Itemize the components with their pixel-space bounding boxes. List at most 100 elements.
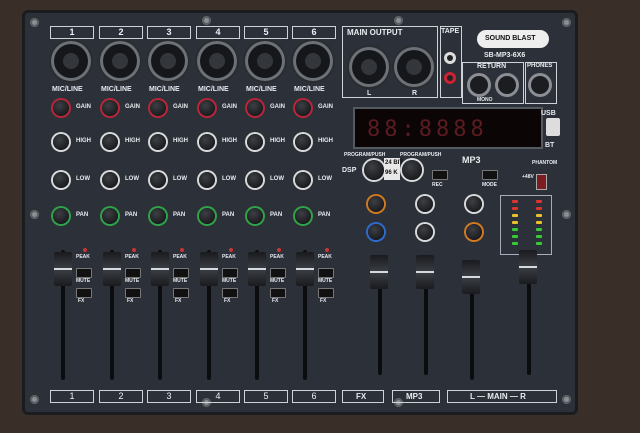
mute-button[interactable] xyxy=(125,268,141,278)
low-eq-knob[interactable] xyxy=(102,172,118,188)
high-label: HIGH xyxy=(318,138,333,144)
mic-line-input[interactable] xyxy=(103,44,137,78)
channel-fader[interactable] xyxy=(248,252,266,286)
return-left-jack[interactable] xyxy=(470,76,488,94)
low-eq-knob[interactable] xyxy=(199,172,215,188)
main-knob-2[interactable] xyxy=(466,224,482,240)
mp3-fader[interactable] xyxy=(416,255,434,289)
peak-label: PEAK xyxy=(270,254,284,260)
low-eq-knob[interactable] xyxy=(247,172,263,188)
pan-knob[interactable] xyxy=(199,208,215,224)
fx-send-button[interactable] xyxy=(222,288,238,298)
fx-send-button[interactable] xyxy=(270,288,286,298)
gain-label: GAIN xyxy=(76,104,91,110)
mic-line-label: MIC/LINE xyxy=(149,86,180,93)
channel-bottom-label: 3 xyxy=(147,390,191,403)
dsp-label: DSP xyxy=(342,167,357,174)
gain-knob[interactable] xyxy=(247,100,263,116)
screw-icon xyxy=(394,16,403,25)
phantom-switch[interactable] xyxy=(536,174,547,190)
pan-knob[interactable] xyxy=(102,208,118,224)
mp3-rec-button[interactable] xyxy=(432,170,448,180)
main-output-title: MAIN OUTPUT xyxy=(347,28,403,37)
gain-knob[interactable] xyxy=(53,100,69,116)
high-label: HIGH xyxy=(270,138,285,144)
mic-line-input[interactable] xyxy=(151,44,185,78)
meter-led xyxy=(536,214,542,217)
fx-label: FX xyxy=(224,298,231,304)
main-right-fader[interactable] xyxy=(519,250,537,284)
mic-line-label: MIC/LINE xyxy=(246,86,277,93)
mic-line-input[interactable] xyxy=(296,44,330,78)
screw-icon xyxy=(202,16,211,25)
mute-button[interactable] xyxy=(76,268,92,278)
tape-rca-jack[interactable] xyxy=(444,72,456,84)
fx-fader[interactable] xyxy=(370,255,388,289)
gain-knob[interactable] xyxy=(199,100,215,116)
peak-led xyxy=(325,248,329,252)
pan-knob[interactable] xyxy=(53,208,69,224)
fx-send-button[interactable] xyxy=(76,288,92,298)
mute-button[interactable] xyxy=(270,268,286,278)
return-right-jack[interactable] xyxy=(498,76,516,94)
channel-fader[interactable] xyxy=(151,252,169,286)
high-eq-knob[interactable] xyxy=(53,134,69,150)
fx-knob-2[interactable] xyxy=(368,224,384,240)
bit-badge-bottom: 96 K xyxy=(385,170,398,176)
mute-button[interactable] xyxy=(173,268,189,278)
high-eq-knob[interactable] xyxy=(247,134,263,150)
high-label: HIGH xyxy=(173,138,188,144)
low-eq-knob[interactable] xyxy=(295,172,311,188)
channel-bottom-label: 4 xyxy=(196,390,240,403)
screw-icon xyxy=(562,18,571,27)
mute-label: MUTE xyxy=(125,278,140,284)
pan-knob[interactable] xyxy=(295,208,311,224)
fx-send-button[interactable] xyxy=(173,288,189,298)
channel-fader[interactable] xyxy=(103,252,121,286)
mp3-program-knob[interactable] xyxy=(402,160,422,180)
main-output-right-xlr[interactable] xyxy=(397,50,431,84)
fx-send-button[interactable] xyxy=(318,288,334,298)
mp3-knob-2[interactable] xyxy=(417,224,433,240)
gain-knob[interactable] xyxy=(102,100,118,116)
tape-rca-jack[interactable] xyxy=(444,52,456,64)
mute-button[interactable] xyxy=(318,268,334,278)
fx-knob-1[interactable] xyxy=(368,196,384,212)
fx-label: FX xyxy=(78,298,85,304)
pan-knob[interactable] xyxy=(247,208,263,224)
pan-knob[interactable] xyxy=(150,208,166,224)
mp3-knob-1[interactable] xyxy=(417,196,433,212)
peak-led xyxy=(277,248,281,252)
mic-line-input[interactable] xyxy=(54,44,88,78)
fx-send-button[interactable] xyxy=(125,288,141,298)
mic-line-input[interactable] xyxy=(248,44,282,78)
main-output-left-xlr[interactable] xyxy=(352,50,386,84)
channel-fader[interactable] xyxy=(296,252,314,286)
high-eq-knob[interactable] xyxy=(102,134,118,150)
mute-label: MUTE xyxy=(270,278,285,284)
main-left-fader[interactable] xyxy=(462,260,480,294)
mute-button[interactable] xyxy=(222,268,238,278)
high-eq-knob[interactable] xyxy=(295,134,311,150)
channel-fader[interactable] xyxy=(54,252,72,286)
phones-jack[interactable] xyxy=(531,76,549,94)
usb-port[interactable] xyxy=(546,118,560,136)
peak-label: PEAK xyxy=(318,254,332,260)
mic-line-input[interactable] xyxy=(200,44,234,78)
fx-bottom-label: FX xyxy=(356,392,367,401)
meter-led xyxy=(512,214,518,217)
gain-knob[interactable] xyxy=(150,100,166,116)
high-eq-knob[interactable] xyxy=(199,134,215,150)
dsp-program-knob[interactable] xyxy=(364,160,384,180)
main-knob-1[interactable] xyxy=(466,196,482,212)
return-title: RETURN xyxy=(477,63,507,70)
mp3-mode-button[interactable] xyxy=(482,170,498,180)
low-eq-knob[interactable] xyxy=(150,172,166,188)
gain-knob[interactable] xyxy=(295,100,311,116)
channel-fader[interactable] xyxy=(200,252,218,286)
high-eq-knob[interactable] xyxy=(150,134,166,150)
meter-led xyxy=(512,200,518,203)
low-eq-knob[interactable] xyxy=(53,172,69,188)
channel-number: 1 xyxy=(50,26,94,39)
fx-label: FX xyxy=(272,298,279,304)
